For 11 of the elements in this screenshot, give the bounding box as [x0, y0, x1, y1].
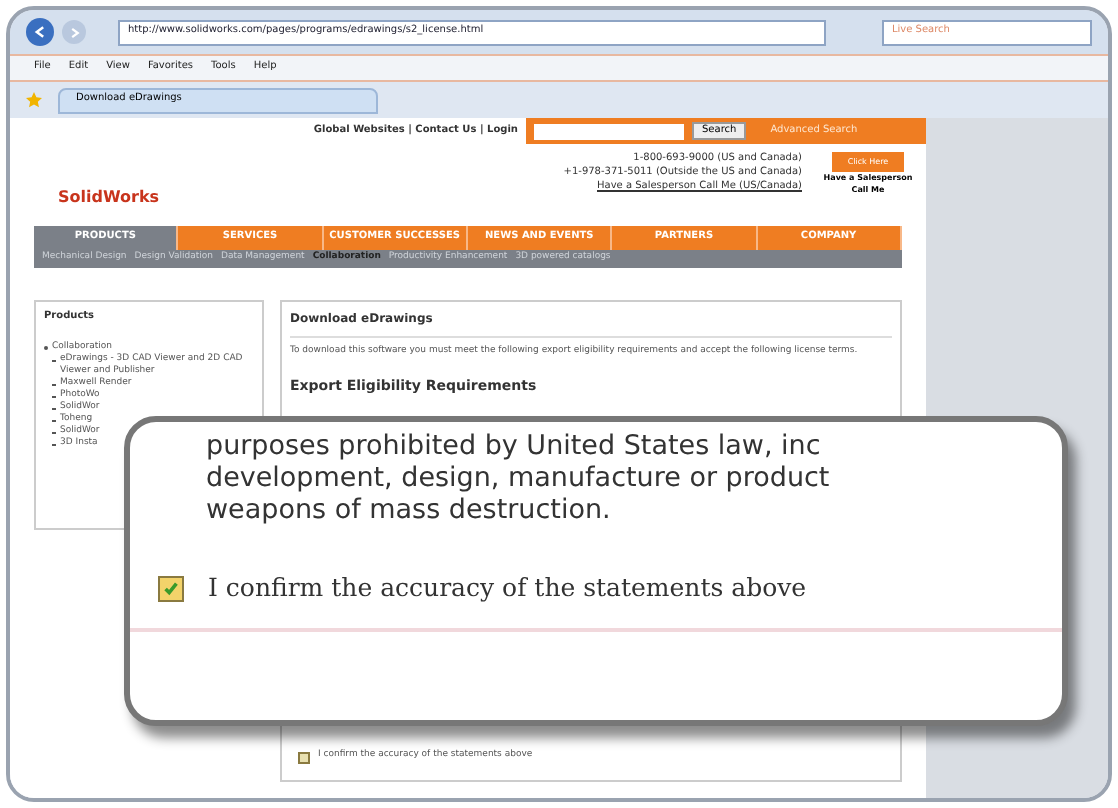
- logo: SolidWorks: [56, 186, 162, 210]
- check-icon: [162, 579, 180, 598]
- callout-text-line: development, design, manufacture or product: [206, 462, 832, 494]
- back-button[interactable]: [26, 18, 54, 46]
- checkbox[interactable]: [298, 751, 310, 764]
- callout-confirm-label: I confirm the accuracy of the statements above: [208, 570, 807, 606]
- checkbox[interactable]: [158, 575, 184, 602]
- callout-text-line: purposes prohibited by United States law, inc: [206, 430, 823, 462]
- callout-text-line: weapons of mass destruction.: [206, 494, 613, 526]
- site-search-field[interactable]: [534, 123, 684, 139]
- favorites-star-icon[interactable]: [26, 92, 42, 108]
